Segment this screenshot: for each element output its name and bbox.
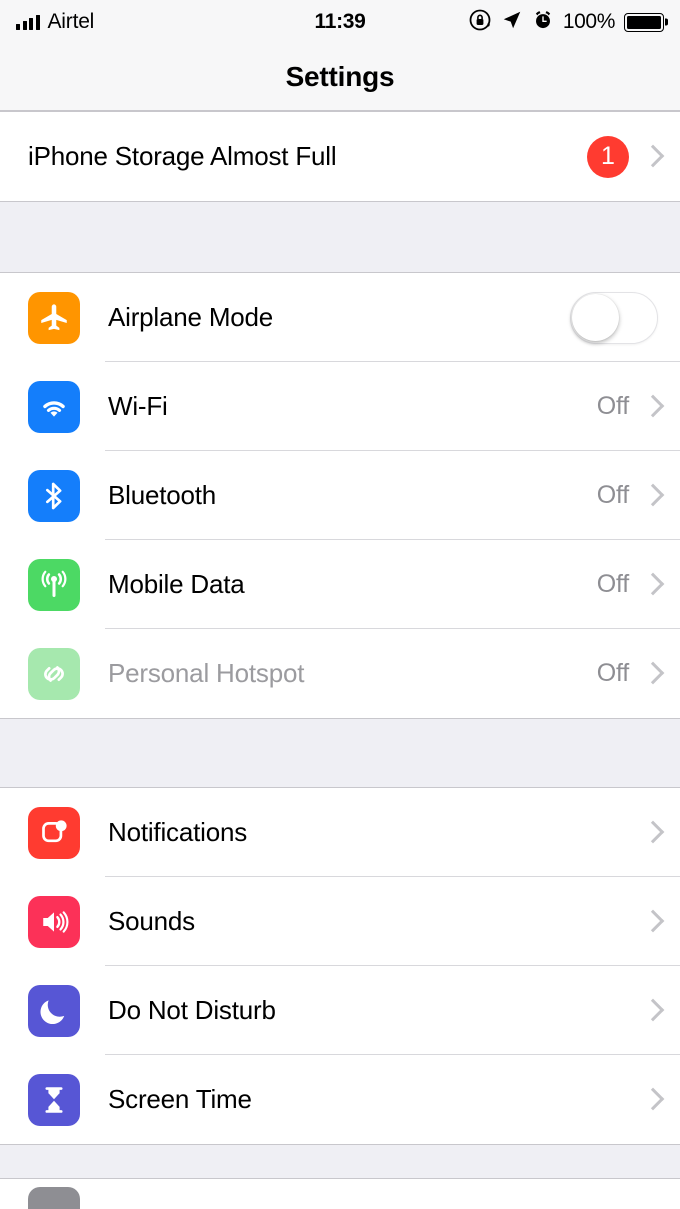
row-value: Off bbox=[596, 659, 629, 687]
chevron-right-icon bbox=[645, 1000, 658, 1022]
row-accessory bbox=[570, 291, 658, 344]
location-arrow-icon bbox=[501, 9, 523, 36]
row-label: Personal Hotspot bbox=[108, 658, 305, 688]
chevron-right-icon bbox=[645, 663, 658, 685]
bluetooth-icon bbox=[28, 469, 80, 522]
alerts-group: Notifications Sounds Do Not Disturb Scre… bbox=[0, 787, 680, 1145]
chevron-right-icon bbox=[645, 396, 658, 418]
settings-row-screen-time[interactable]: Screen Time bbox=[0, 1055, 680, 1144]
row-accessory: Off bbox=[597, 481, 658, 510]
chevron-right-icon bbox=[645, 146, 658, 168]
alarm-clock-icon bbox=[532, 9, 554, 36]
row-value: Off bbox=[596, 392, 629, 420]
row-accessory: Off bbox=[597, 570, 658, 599]
rotation-lock-icon bbox=[468, 8, 492, 37]
cellular-icon bbox=[28, 558, 80, 611]
battery-percent-label: 100% bbox=[562, 10, 616, 33]
chevron-right-icon bbox=[645, 822, 658, 844]
chevron-right-icon bbox=[645, 911, 658, 933]
connectivity-group: Airplane Mode Wi-Fi Off Bluetooth Off Mo… bbox=[0, 272, 680, 719]
settings-row-notifications[interactable]: Notifications bbox=[0, 788, 680, 877]
hotspot-icon bbox=[28, 647, 80, 700]
screen-time-icon bbox=[28, 1073, 80, 1126]
settings-row-mobile-data[interactable]: Mobile Data Off bbox=[0, 540, 680, 629]
section-gap-1 bbox=[0, 202, 680, 272]
page-title: Settings bbox=[285, 61, 395, 92]
row-accessory: 1 bbox=[587, 135, 658, 178]
row-accessory: Off bbox=[597, 659, 658, 688]
airplane-mode-toggle[interactable] bbox=[570, 291, 658, 344]
airplane-icon bbox=[28, 291, 80, 344]
row-value: Off bbox=[596, 570, 629, 598]
settings-row-airplane-mode[interactable]: Airplane Mode bbox=[0, 273, 680, 362]
row-label: Mobile Data bbox=[108, 569, 245, 599]
row-label: Bluetooth bbox=[108, 480, 217, 510]
settings-row-bluetooth[interactable]: Bluetooth Off bbox=[0, 451, 680, 540]
next-group-peek bbox=[0, 1178, 680, 1209]
row-label: Do Not Disturb bbox=[108, 995, 276, 1025]
battery-icon bbox=[624, 12, 664, 32]
chevron-right-icon bbox=[645, 485, 658, 507]
storage-alert-group: iPhone Storage Almost Full 1 bbox=[0, 111, 680, 202]
settings-row-iphone-storage[interactable]: iPhone Storage Almost Full 1 bbox=[0, 112, 680, 201]
status-badge: 1 bbox=[587, 135, 629, 178]
settings-screen: Airtel 11:39 100% Settings iPhone Storag… bbox=[0, 0, 680, 1209]
status-bar: Airtel 11:39 100% bbox=[0, 0, 680, 44]
status-bar-right: 100% bbox=[468, 8, 664, 37]
row-accessory: Off bbox=[597, 392, 658, 421]
do-not-disturb-icon bbox=[28, 984, 80, 1037]
row-value: Off bbox=[596, 481, 629, 509]
row-accessory bbox=[645, 1000, 658, 1022]
row-label: iPhone Storage Almost Full bbox=[28, 141, 337, 171]
wifi-icon bbox=[28, 380, 80, 433]
row-accessory bbox=[645, 911, 658, 933]
settings-row-personal-hotspot[interactable]: Personal Hotspot Off bbox=[0, 629, 680, 718]
settings-row-sounds[interactable]: Sounds bbox=[0, 877, 680, 966]
chevron-right-icon bbox=[645, 574, 658, 596]
row-label: Screen Time bbox=[108, 1084, 252, 1114]
settings-row-do-not-disturb[interactable]: Do Not Disturb bbox=[0, 966, 680, 1055]
row-accessory bbox=[645, 822, 658, 844]
row-label: Sounds bbox=[108, 906, 195, 936]
header-area: Airtel 11:39 100% Settings bbox=[0, 0, 680, 111]
row-label: Notifications bbox=[108, 817, 248, 847]
settings-row-wifi[interactable]: Wi-Fi Off bbox=[0, 362, 680, 451]
settings-row-partial[interactable] bbox=[0, 1179, 680, 1209]
section-gap-2 bbox=[0, 719, 680, 787]
notifications-icon bbox=[28, 806, 80, 859]
row-label: Wi-Fi bbox=[108, 391, 168, 421]
row-label: Airplane Mode bbox=[108, 302, 274, 332]
row-accessory bbox=[645, 1089, 658, 1111]
general-icon bbox=[28, 1187, 80, 1209]
sounds-icon bbox=[28, 895, 80, 948]
chevron-right-icon bbox=[645, 1089, 658, 1111]
